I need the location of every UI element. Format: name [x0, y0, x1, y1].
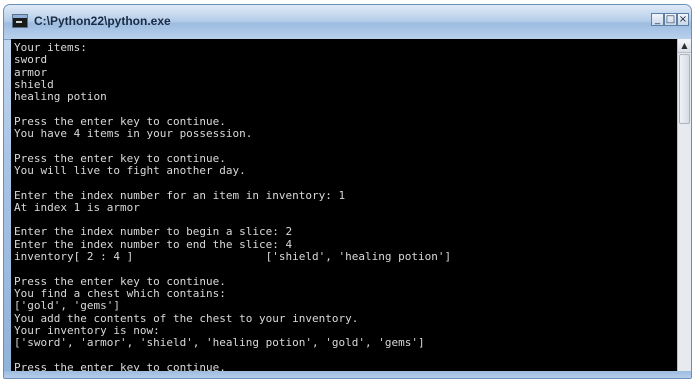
scroll-up-arrow-icon[interactable]: ▲	[678, 39, 691, 53]
console-line: armor	[14, 65, 48, 79]
console-line: shield	[14, 77, 54, 91]
console-line: Enter the index number to begin a slice:…	[14, 225, 293, 239]
console-line: You find a chest which contains:	[14, 286, 226, 300]
console-line: ['sword', 'armor', 'shield', 'healing po…	[14, 336, 425, 350]
console-line: You will live to fight another day.	[14, 163, 246, 177]
window-bottom-frame	[4, 371, 691, 378]
close-button[interactable]: ×	[677, 13, 689, 26]
console-text: Your items: sword armor shield healing p…	[14, 41, 452, 373]
console-line: Press the enter key to continue.	[14, 274, 226, 288]
console-line: Enter the index number to end the slice:…	[14, 237, 293, 251]
scrollbar-thumb[interactable]	[679, 54, 690, 124]
console-output-area[interactable]: Your items: sword armor shield healing p…	[11, 39, 677, 373]
vertical-scrollbar[interactable]: ▲	[677, 39, 691, 373]
minimize-button[interactable]: _	[651, 13, 664, 26]
console-line: healing potion	[14, 90, 107, 104]
console-line: Enter the index number for an item in in…	[14, 188, 346, 202]
console-line: At index 1 is armor	[14, 200, 140, 214]
console-line: sword	[14, 53, 48, 67]
console-line: Press the enter key to continue.	[14, 151, 226, 165]
console-line: You add the contents of the chest to you…	[14, 311, 359, 325]
console-window: C:\Python22\python.exe _ □ × Your items:…	[3, 4, 692, 379]
console-line: Press the enter key to continue.	[14, 114, 226, 128]
console-line: Your items:	[14, 41, 87, 54]
title-bar[interactable]: C:\Python22\python.exe _ □ ×	[4, 5, 691, 40]
console-line: inventory[ 2 : 4 ] ['shield', 'healing p…	[14, 250, 452, 264]
console-app-icon[interactable]	[12, 14, 28, 28]
console-line: Your inventory is now:	[14, 323, 160, 337]
window-title: C:\Python22\python.exe	[34, 14, 171, 28]
maximize-button[interactable]: □	[664, 13, 677, 26]
console-line: ['gold', 'gems']	[14, 299, 120, 313]
console-line: You have 4 items in your possession.	[14, 127, 253, 141]
